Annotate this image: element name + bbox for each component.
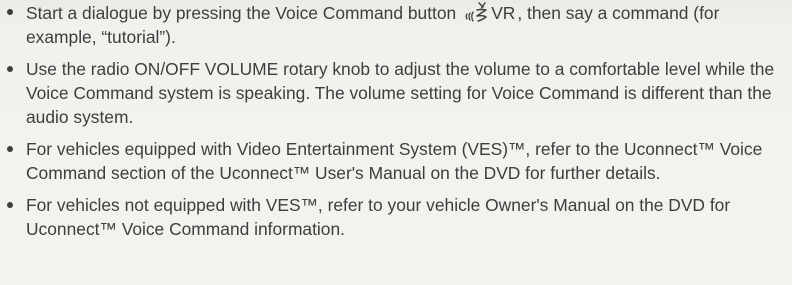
- bullet-icon: [7, 9, 13, 15]
- bullet-icon: [7, 66, 13, 72]
- bullet-list: Start a dialogue by pressing the Voice C…: [7, 0, 789, 249]
- item-text: For vehicles not equipped with VES™, ref…: [26, 195, 731, 239]
- voice-command-button-reference: VR: [464, 0, 515, 25]
- bullet-icon: [7, 202, 13, 208]
- list-item: For vehicles not equipped with VES™, ref…: [7, 193, 789, 241]
- item-text-before: Start a dialogue by pressing the Voice C…: [26, 3, 457, 23]
- list-item: Start a dialogue by pressing the Voice C…: [7, 0, 789, 49]
- bullet-icon: [7, 146, 13, 152]
- vr-button-label: VR: [491, 3, 516, 23]
- list-item: For vehicles equipped with Video Enterta…: [7, 137, 789, 185]
- voice-command-icon: [464, 0, 490, 22]
- list-item: Use the radio ON/OFF VOLUME rotary knob …: [7, 57, 789, 129]
- item-text: Use the radio ON/OFF VOLUME rotary knob …: [26, 59, 775, 127]
- item-text: For vehicles equipped with Video Enterta…: [26, 139, 763, 183]
